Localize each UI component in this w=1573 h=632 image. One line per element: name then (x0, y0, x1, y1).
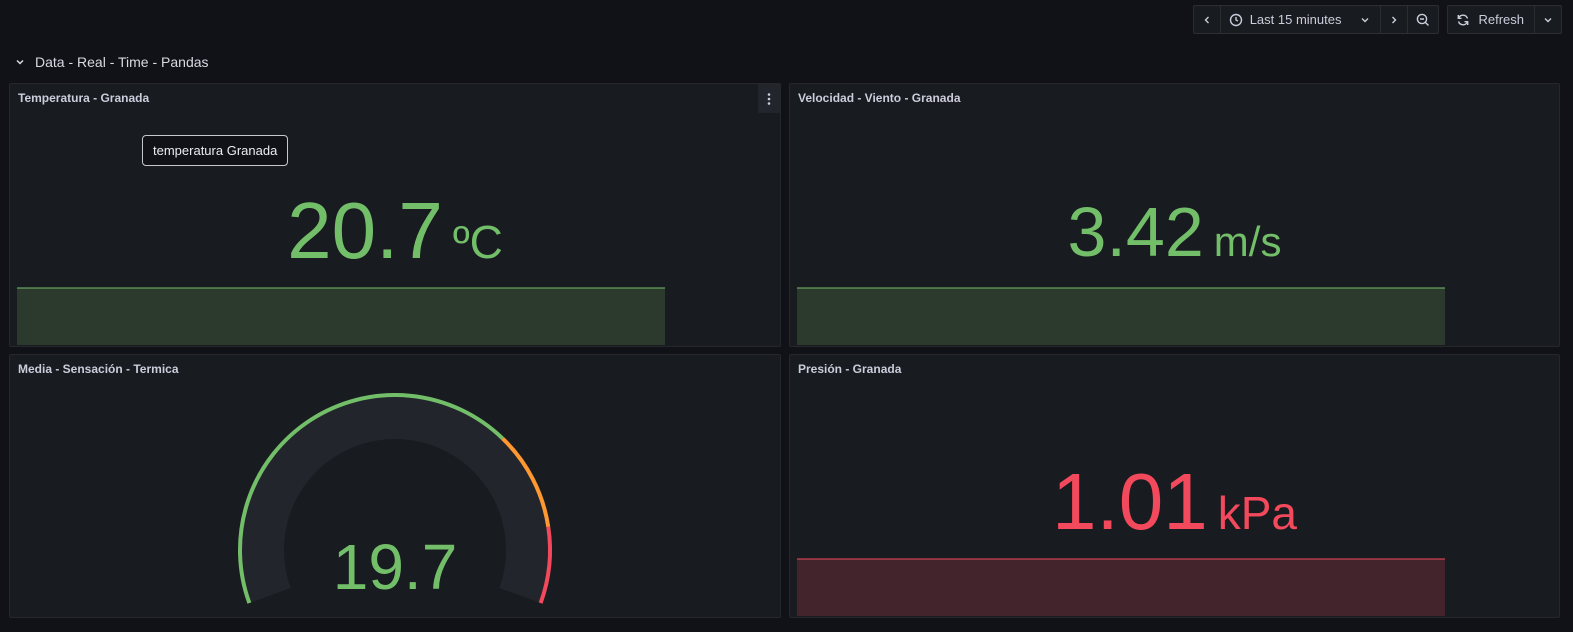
stat-number: 20.7 (287, 186, 443, 275)
row-header[interactable]: Data - Real - Time - Pandas (15, 54, 209, 70)
sparkline (797, 558, 1445, 616)
stat-value: 3.42 m/s (790, 192, 1559, 272)
panel-title: Temperatura - Granada (18, 91, 150, 105)
stat-value: 20.7 ºC (10, 185, 780, 277)
dashboard-toolbar: Last 15 minutes Refresh (1192, 5, 1562, 34)
refresh-interval-dropdown[interactable] (1535, 6, 1561, 33)
sparkline (17, 287, 665, 345)
stat-value: 1.01 kPa (790, 456, 1559, 548)
chevron-down-icon (1361, 17, 1369, 22)
zoom-out-button[interactable] (1408, 6, 1438, 33)
chevron-down-icon (16, 59, 24, 65)
refresh-icon (1458, 14, 1469, 25)
time-back-button[interactable] (1194, 6, 1221, 33)
panel-title: Presión - Granada (798, 362, 902, 376)
gauge-value: 19.7 (333, 531, 458, 603)
panel-temperatura: Temperatura - Granada temperatura Granad… (9, 83, 781, 347)
chevron-left-icon (1204, 16, 1209, 23)
stat-unit: m/s (1213, 218, 1282, 265)
sparkline (797, 287, 1445, 345)
refresh-button[interactable]: Refresh (1448, 6, 1535, 33)
stat-number: 1.01 (1052, 457, 1208, 546)
time-forward-button[interactable] (1381, 6, 1409, 33)
panel-velocidad: Velocidad - Viento - Granada 3.42 m/s (789, 83, 1560, 347)
stat-unit: kPa (1217, 487, 1297, 539)
clock-icon (1229, 13, 1242, 26)
row-title: Data - Real - Time - Pandas (35, 54, 209, 70)
panel-title: Velocidad - Viento - Granada (798, 91, 961, 105)
refresh-group: Refresh (1447, 5, 1562, 34)
stat-number: 3.42 (1067, 193, 1204, 271)
zoom-out-icon (1417, 13, 1430, 26)
time-picker-group: Last 15 minutes (1192, 5, 1440, 34)
chevron-right-icon (1392, 16, 1397, 23)
refresh-label: Refresh (1478, 12, 1524, 27)
more-vertical-icon (767, 92, 771, 105)
time-range-button[interactable]: Last 15 minutes (1221, 6, 1382, 33)
stat-unit: ºC (452, 216, 503, 268)
chevron-down-icon (1544, 17, 1552, 22)
panel-sensacion: Media - Sensación - Termica 19.7 (9, 354, 781, 618)
panel-menu-button[interactable] (758, 84, 780, 113)
series-tooltip: temperatura Granada (142, 135, 289, 166)
time-range-label: Last 15 minutes (1249, 12, 1342, 27)
panel-presion: Presión - Granada 1.01 kPa (789, 354, 1560, 618)
gauge: 19.7 (238, 393, 552, 604)
